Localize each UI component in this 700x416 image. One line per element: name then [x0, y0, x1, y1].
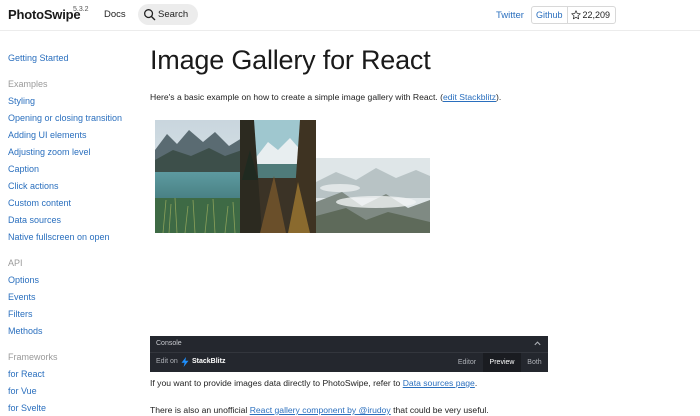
star-icon	[570, 10, 581, 20]
stackblitz-link[interactable]: StackBlitz	[192, 358, 225, 365]
chevron-up-icon[interactable]	[533, 339, 542, 348]
sidebar-item-filters[interactable]: Filters	[8, 309, 33, 319]
sidebar-item-styling[interactable]: Styling	[8, 96, 35, 106]
docs-link[interactable]: Docs	[104, 9, 126, 20]
sidebar-group-frameworks: Frameworks	[8, 352, 58, 362]
sidebar-item-data-sources[interactable]: Data sources	[8, 215, 61, 225]
sidebar-item-transition[interactable]: Opening or closing transition	[8, 113, 122, 123]
sidebar-item-ui-elements[interactable]: Adding UI elements	[8, 130, 87, 140]
bolt-icon	[181, 357, 189, 367]
sidebar-item-click-actions[interactable]: Click actions	[8, 181, 59, 191]
search-label: Search	[158, 9, 189, 20]
sidebar-item-events[interactable]: Events	[8, 292, 36, 302]
misty-valley-image	[316, 158, 430, 233]
intro-paragraph: Here's a basic example on how to create …	[150, 92, 501, 102]
mountain-lake-image	[155, 120, 242, 233]
data-source-paragraph: If you want to provide images data direc…	[150, 378, 477, 388]
edit-on-label: Edit on	[156, 358, 178, 365]
console-label: Console	[156, 340, 182, 347]
tab-preview[interactable]: Preview	[483, 353, 521, 372]
main-content: Image Gallery for React Here's a basic e…	[150, 31, 700, 416]
top-header: PhotoSwipe 5.3.2 Docs Search Twitter Git…	[0, 0, 700, 31]
tab-editor[interactable]: Editor	[452, 353, 482, 372]
sidebar-group-api: API	[8, 258, 23, 268]
data-sources-link[interactable]: Data sources page	[403, 378, 475, 388]
para2-end: that could be very useful.	[390, 405, 489, 415]
sidebar-item-getting-started[interactable]: Getting Started	[8, 53, 69, 63]
intro-end: ).	[496, 92, 502, 102]
para1-end: .	[474, 378, 478, 388]
sidebar-item-svelte[interactable]: for Svelte	[8, 403, 46, 413]
sidebar-item-native-fullscreen[interactable]: Native fullscreen on open	[8, 232, 110, 242]
forest-mountain-image	[240, 120, 316, 233]
tab-both[interactable]: Both	[521, 353, 548, 372]
misty-valley-photo[interactable]	[316, 158, 430, 233]
forest-mountain-photo[interactable]	[240, 120, 316, 233]
github-button[interactable]: Github	[532, 7, 568, 23]
react-component-paragraph: There is also an unofficial React galler…	[150, 405, 489, 415]
edit-stackblitz-link[interactable]: edit Stackblitz	[443, 92, 496, 102]
version-badge: 5.3.2	[73, 6, 89, 13]
sidebar-group-examples: Examples	[8, 79, 48, 89]
sidebar-item-custom-content[interactable]: Custom content	[8, 198, 71, 208]
para1-text: If you want to provide images data direc…	[150, 378, 403, 388]
site-logo[interactable]: PhotoSwipe	[8, 7, 81, 22]
github-button-group: Github 22,209	[531, 6, 617, 24]
para2-text: There is also an unofficial	[150, 405, 250, 415]
search-button[interactable]: Search	[138, 4, 198, 25]
console-bar[interactable]: Console	[150, 336, 548, 353]
sidebar-nav: Getting Started Examples Styling Opening…	[0, 31, 130, 416]
intro-text: Here's a basic example on how to create …	[150, 92, 444, 102]
mountain-lake-photo[interactable]	[155, 120, 242, 233]
github-stars[interactable]: 22,209	[568, 7, 616, 23]
twitter-link[interactable]: Twitter	[496, 10, 524, 21]
github-stars-count: 22,209	[582, 10, 611, 20]
sidebar-item-methods[interactable]: Methods	[8, 326, 43, 336]
page-title: Image Gallery for React	[150, 45, 431, 75]
sidebar-item-options[interactable]: Options	[8, 275, 39, 285]
sidebar-item-caption[interactable]: Caption	[8, 164, 39, 174]
sidebar-item-react[interactable]: for React	[8, 369, 45, 379]
search-icon	[144, 9, 156, 21]
sidebar-item-zoom-level[interactable]: Adjusting zoom level	[8, 147, 91, 157]
react-gallery-link[interactable]: React gallery component by @irudoy	[250, 405, 391, 415]
stackblitz-console: Console Edit on StackBlitz Editor Previe…	[150, 336, 548, 372]
sidebar-item-vue[interactable]: for Vue	[8, 386, 37, 396]
